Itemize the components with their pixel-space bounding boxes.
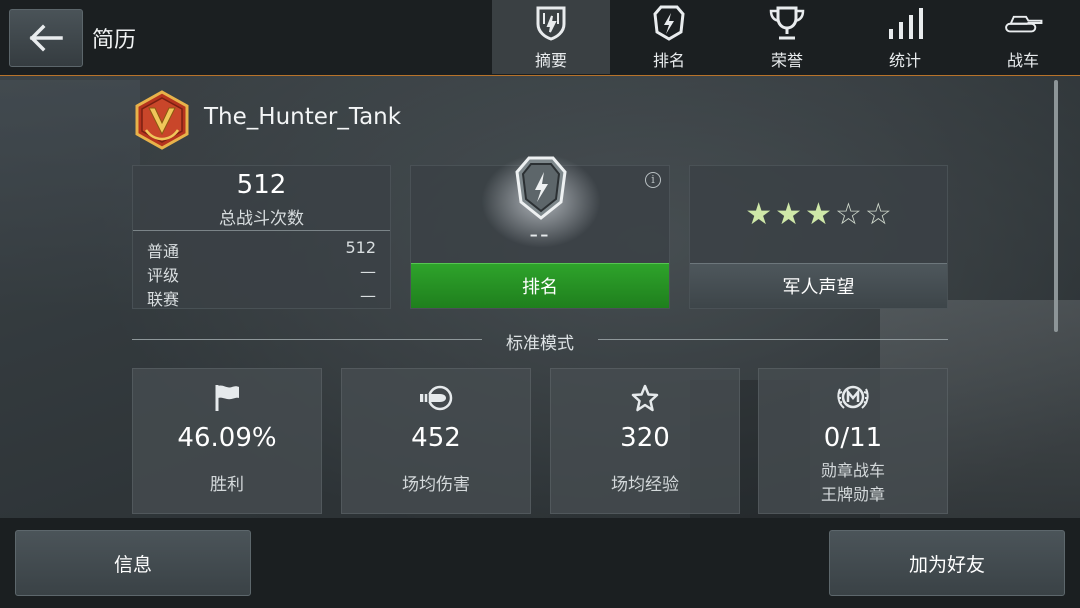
stat-card-wins: 46.09% 胜利 (132, 368, 322, 514)
star-filled-icon: ★ (745, 197, 773, 232)
stat-card-experience: 320 场均经验 (550, 368, 740, 514)
rating-panel: i -- 排名 (410, 146, 670, 309)
battle-row-value: 512 (345, 238, 376, 257)
tab-label: 排名 (652, 51, 685, 70)
tab-bar: 摘要 排名 荣誉 统计 战车 (492, 0, 1080, 76)
add-friend-button[interactable]: 加为好友 (829, 530, 1065, 596)
tab-label: 荣誉 (770, 51, 803, 70)
flag-icon (133, 381, 321, 415)
trophy-icon (767, 3, 807, 43)
reputation-panel: ★ ★ ★ ☆ ☆ 军人声望 (689, 165, 948, 309)
tab-vehicles[interactable]: 战车 (964, 0, 1080, 74)
mastery-badge-icon (759, 381, 947, 415)
battles-panel: 512 总战斗次数 普通 512 评级 — 联赛 — (132, 165, 391, 309)
stat-label: 勋章战车 王牌勋章 (759, 459, 947, 507)
player-name: The_Hunter_Tank (204, 104, 402, 130)
bottom-bar: 信息 加为好友 (0, 518, 1080, 608)
ranking-button[interactable]: 排名 (411, 263, 669, 308)
star-filled-icon: ★ (775, 197, 803, 232)
top-bar: 简历 摘要 排名 荣誉 统计 战车 (0, 0, 1080, 76)
back-button[interactable] (9, 9, 83, 67)
reputation-button[interactable]: 军人声望 (690, 263, 947, 308)
rating-value: -- (529, 220, 551, 248)
shell-icon (342, 381, 530, 415)
page-title: 简历 (92, 28, 137, 53)
section-divider (598, 339, 948, 340)
tab-label: 统计 (888, 51, 921, 70)
star-filled-icon: ★ (805, 197, 832, 232)
tab-label: 摘要 (534, 51, 567, 70)
shield-bolt-icon (649, 3, 689, 43)
arrow-left-icon (29, 24, 63, 52)
stat-value: 452 (411, 423, 461, 453)
battle-row: 联赛 — (147, 286, 376, 310)
tab-ranking[interactable]: 排名 (610, 0, 728, 74)
tab-label: 战车 (1006, 51, 1039, 70)
stat-value: 0/11 (823, 423, 883, 453)
battle-row-label: 评级 (147, 266, 180, 285)
divider (133, 230, 390, 231)
v-rank-badge-icon (134, 90, 190, 150)
stat-label-line: 王牌勋章 (820, 485, 885, 504)
shield-summary-icon (531, 3, 571, 43)
battle-row: 评级 — (147, 262, 376, 286)
scrollbar[interactable] (1054, 80, 1058, 332)
section-title: 标准模式 (506, 334, 574, 354)
battle-row-label: 联赛 (147, 290, 180, 309)
star-empty-icon: ☆ (834, 197, 862, 232)
rating-shield-icon (513, 152, 569, 224)
tab-summary[interactable]: 摘要 (492, 0, 610, 74)
info-icon[interactable]: i (645, 172, 661, 188)
stat-value: 46.09% (177, 423, 277, 453)
stat-label: 胜利 (210, 475, 244, 495)
battle-row-value: — (360, 286, 376, 305)
battle-row-value: — (360, 262, 376, 281)
stat-label-line: 勋章战车 (820, 461, 885, 480)
reputation-stars: ★ ★ ★ ☆ ☆ (690, 200, 947, 230)
stat-label: 场均伤害 (402, 475, 470, 495)
stat-card-damage: 452 场均伤害 (341, 368, 531, 514)
bar-chart-icon (885, 3, 925, 43)
total-battles-value: 512 (236, 170, 287, 200)
info-button[interactable]: 信息 (15, 530, 251, 596)
star-empty-icon: ☆ (864, 197, 892, 232)
battle-row-label: 普通 (147, 242, 180, 261)
star-outline-icon (551, 381, 739, 415)
stat-value: 320 (620, 423, 670, 453)
stat-label: 场均经验 (611, 475, 679, 495)
total-battles-label: 总战斗次数 (219, 209, 304, 229)
tab-statistics[interactable]: 统计 (846, 0, 964, 74)
tank-icon (1003, 3, 1043, 43)
battle-row: 普通 512 (147, 238, 376, 262)
section-divider (132, 339, 482, 340)
stat-card-mastery: 0/11 勋章战车 王牌勋章 (758, 368, 948, 514)
tab-honors[interactable]: 荣誉 (728, 0, 846, 74)
